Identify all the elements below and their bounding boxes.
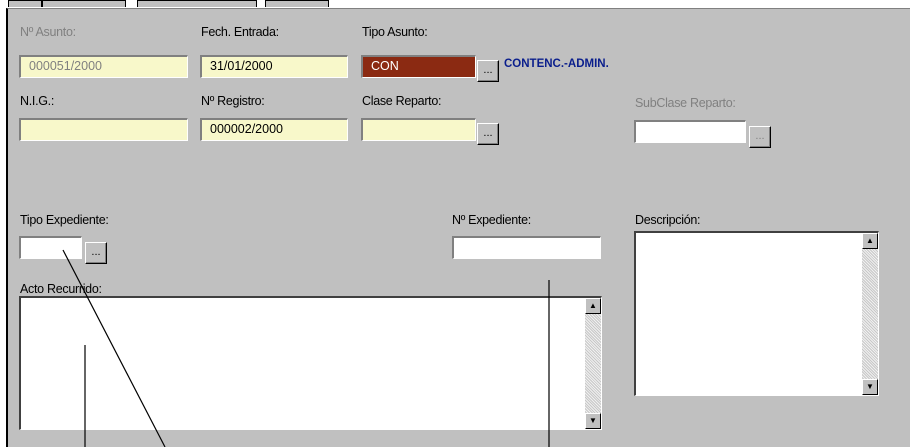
annotation-lines bbox=[62, 249, 550, 447]
callout-line-tipo-expediente bbox=[62, 249, 166, 447]
